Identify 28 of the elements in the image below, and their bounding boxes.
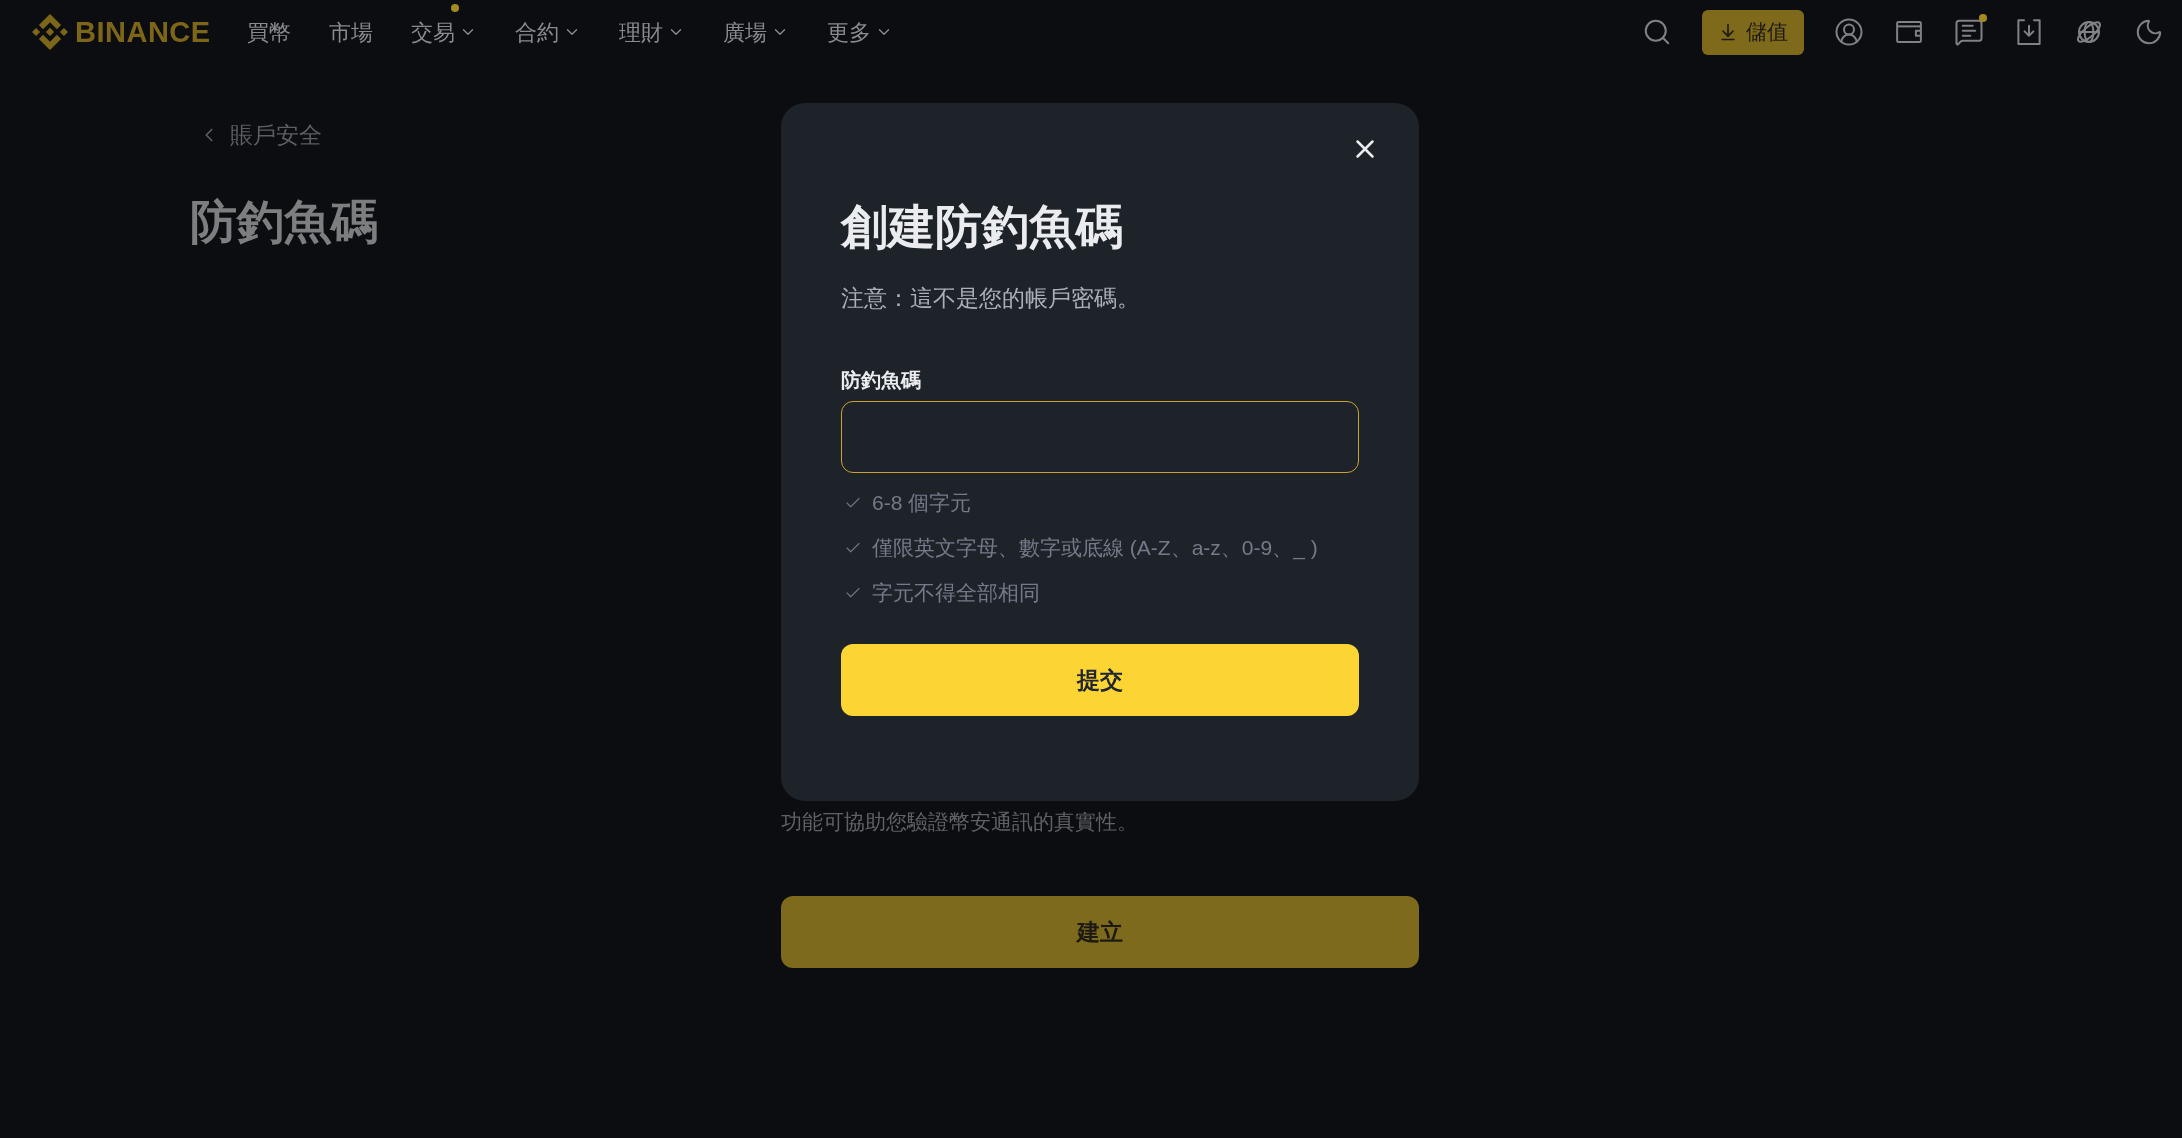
input-field[interactable] (841, 401, 1359, 473)
requirement-text: 僅限英文字母、數字或底線 (A-Z、a-z、0-9、_ ) (872, 535, 1318, 562)
requirement-text: 6-8 個字元 (872, 490, 972, 516)
nav-menu-item[interactable]: 更多 (826, 15, 893, 49)
diamond-logo-icon (32, 14, 68, 50)
user-circle-icon[interactable] (1834, 17, 1864, 47)
nav-menu-item[interactable]: 市場 (328, 15, 373, 49)
field-label: 防釣魚碼 (841, 368, 921, 393)
submit-button[interactable]: 提交 (841, 644, 1359, 716)
download-arrow-icon (1718, 22, 1738, 42)
page-title: 防釣魚碼 (190, 194, 378, 250)
download-icon[interactable] (2014, 17, 2044, 47)
back-link[interactable]: 賬戶安全 (198, 120, 322, 150)
deposit-button[interactable]: 儲值 (1702, 9, 1804, 55)
nav-menu-item[interactable]: 合約 (514, 15, 581, 49)
moon-icon[interactable] (2134, 17, 2164, 47)
notice-text: 注意：這不是您的帳戶密碼。 (841, 284, 1140, 313)
brand-logo-text: BINANCE (75, 17, 211, 47)
description-text: 功能可協助您驗證幣安通訊的真實性。 (781, 809, 1139, 835)
nav-menu-item[interactable]: 理財 (618, 15, 685, 49)
nav-menu-item[interactable]: 買幣 (246, 15, 291, 49)
create-button[interactable]: 建立 (781, 896, 1419, 968)
message-icon[interactable] (1954, 17, 1984, 47)
requirement-text: 字元不得全部相同 (872, 580, 1040, 606)
nav-menu-item[interactable]: 交易 (410, 15, 477, 49)
nav-menu-item[interactable]: 廣場 (722, 15, 789, 49)
search-icon[interactable] (1642, 17, 1672, 47)
modal-title: 創建防釣魚碼 (841, 199, 1123, 255)
